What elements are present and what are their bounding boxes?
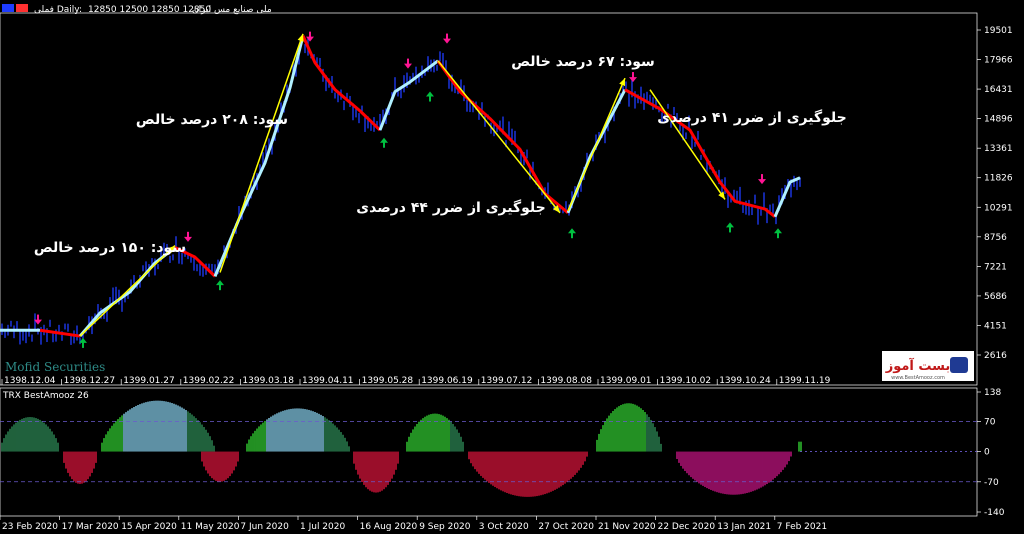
price-tick-label: 19501	[984, 26, 1013, 36]
annotation-profit-208: سود: ۲۰۸ درصد خالص	[136, 112, 288, 128]
price-tick-label: 7221	[984, 262, 1007, 272]
price-tick-label: 8756	[984, 233, 1007, 243]
price-tick-label: 2616	[984, 351, 1007, 361]
header-symbol: ملی صنایع مس ایران	[192, 5, 272, 15]
annotation-profit-67: سود: ۶۷ درصد خالص	[511, 54, 655, 70]
date-tick-label: 1399.09.01	[600, 376, 652, 386]
date-tick-label: 1399.08.08	[540, 376, 592, 386]
indicator-date-label: 16 Aug 2020	[360, 522, 418, 532]
price-tick-label: 11826	[984, 174, 1013, 184]
date-tick-label: 1399.10.02	[660, 376, 712, 386]
indicator-date-label: 27 Oct 2020	[538, 522, 594, 532]
logo-text: بست آموز	[885, 357, 951, 374]
annotation-loss-41: جلوگیری از ضرر ۴۱ درصدی	[657, 109, 846, 126]
header-timeframe: فملی Daily:	[34, 5, 82, 15]
indicator-date-label: 21 Nov 2020	[598, 522, 656, 532]
indicator-tick-label: 0	[984, 448, 990, 458]
date-tick-label: 1399.03.18	[242, 376, 294, 386]
indicator-date-label: 13 Jan 2021	[717, 522, 771, 532]
indicator-date-label: 15 Apr 2020	[121, 522, 177, 532]
indicator-tick-label: -140	[984, 508, 1005, 518]
price-tick-label: 16431	[984, 85, 1013, 95]
indicator-date-label: 1 Jul 2020	[300, 522, 345, 532]
logo-url: www.BestAmooz.com	[891, 375, 945, 381]
price-tick-label: 10291	[984, 203, 1013, 213]
chart-header: فملی Daily: 12850 12500 12850 12850 ملی …	[2, 4, 272, 15]
date-tick-label: 1398.12.27	[64, 376, 116, 386]
date-tick-label: 1399.10.24	[719, 376, 771, 386]
indicator-date-label: 3 Oct 2020	[479, 522, 529, 532]
logo-mark-icon	[950, 357, 968, 373]
date-tick-label: 1399.04.11	[302, 376, 354, 386]
indicator-name: TRX BestAmooz 26	[2, 391, 89, 401]
indicator-date-label: 7 Jun 2020	[240, 522, 289, 532]
indicator-date-label: 17 Mar 2020	[62, 522, 119, 532]
price-tick-label: 13361	[984, 144, 1013, 154]
indicator-date-label: 11 May 2020	[181, 522, 240, 532]
broker-watermark: Mofid Securities	[5, 360, 105, 374]
price-chart: فملی Daily: 12850 12500 12850 12850 ملی …	[0, 4, 1013, 532]
annotation-loss-44: جلوگیری از ضرر ۴۴ درصدی	[356, 199, 545, 216]
date-tick-label: 1399.01.27	[123, 376, 175, 386]
price-tick-label: 5686	[984, 292, 1007, 302]
date-tick-label: 1399.06.19	[421, 376, 473, 386]
price-tick-label: 17966	[984, 56, 1013, 66]
symbol-flag-icon	[2, 4, 14, 12]
date-tick-label: 1399.11.19	[779, 376, 831, 386]
indicator-date-axis: 23 Feb 2020 17 Mar 2020 15 Apr 2020 11 May …	[0, 516, 827, 532]
price-tick-label: 14896	[984, 115, 1013, 125]
price-tick-label: 4151	[984, 321, 1007, 331]
indicator-date-label: 9 Sep 2020	[419, 522, 471, 532]
indicator-tick-label: 70	[984, 417, 996, 427]
main-panel	[0, 12, 978, 386]
timeframe-flag-icon	[16, 4, 28, 12]
annotation-profit-150: سود: ۱۵۰ درصد خالص	[34, 240, 186, 256]
indicator-axis: 138 70 0 -70 -140	[977, 388, 1005, 518]
indicator-date-label: 22 Dec 2020	[658, 522, 716, 532]
indicator-tick-label: 138	[984, 388, 1001, 398]
indicator-date-label: 7 Feb 2021	[777, 522, 827, 532]
date-tick-label: 1398.12.04	[4, 376, 56, 386]
date-tick-label: 1399.07.12	[481, 376, 533, 386]
date-tick-label: 1399.02.22	[183, 376, 235, 386]
date-tick-label: 1399.05.28	[362, 376, 414, 386]
price-axis: 19501 17966 16431 14896 13361 11826 10291 8756 7…	[977, 26, 1013, 361]
indicator-date-label: 23 Feb 2020	[2, 522, 58, 532]
bestamooz-logo: بست آموز www.BestAmooz.com	[882, 351, 974, 381]
indicator-tick-label: -70	[984, 478, 999, 488]
